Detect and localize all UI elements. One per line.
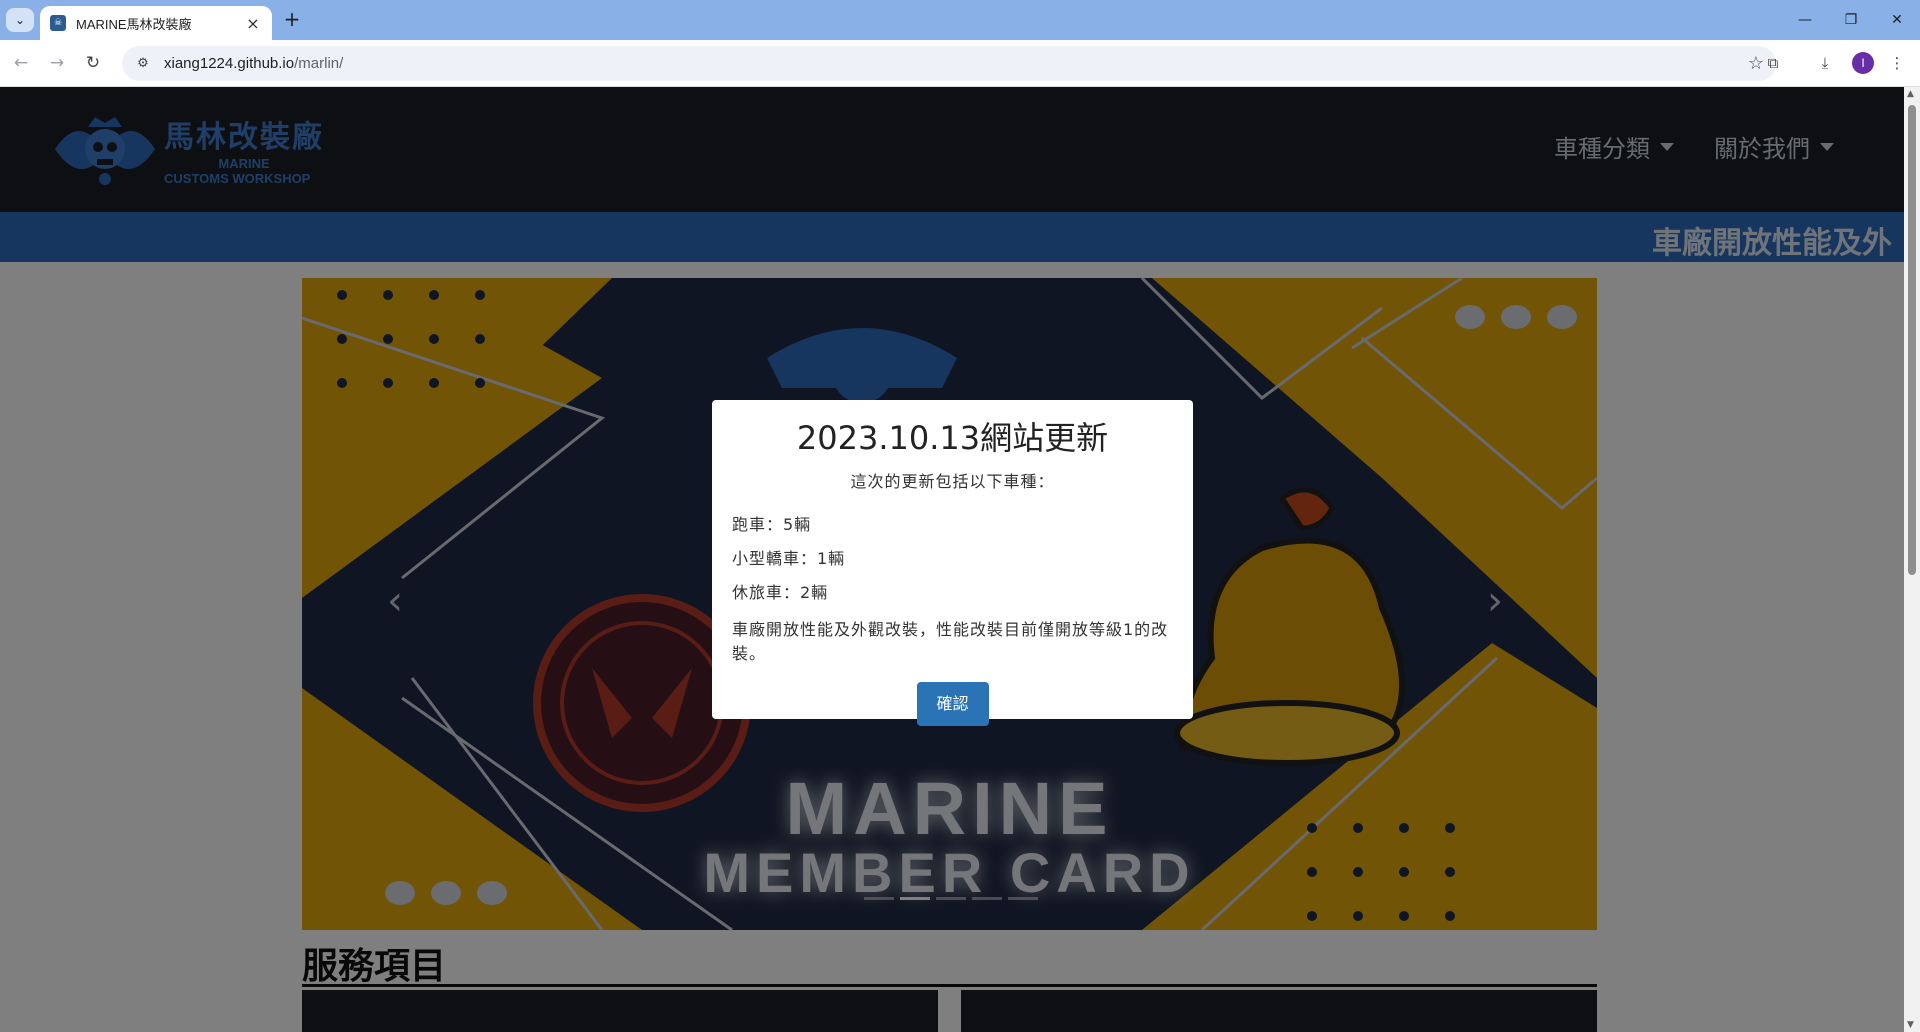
window-controls: — ❐ ✕ [1782,0,1920,40]
url-path: /marlin/ [294,55,344,72]
tab-search-button[interactable]: ⌄ [6,8,34,32]
back-arrow-icon[interactable]: ← [8,50,34,76]
list-item: 跑車：5輛 [732,515,812,534]
chevron-down-icon: ⌄ [14,13,26,27]
restore-icon[interactable]: ❐ [1828,0,1874,40]
modal-title: 2023.10.13網站更新 [796,419,1109,457]
favicon-icon: ☠ [50,15,66,31]
browser-tab-bar: ⌄ ☠ MARINE馬林改裝廠 × + — ❐ ✕ [0,0,1920,40]
menu-kebab-icon[interactable]: ⋮ [1886,52,1908,74]
reload-icon[interactable]: ↻ [80,50,106,76]
scroll-up-icon[interactable]: ▲ [1907,89,1914,99]
tab-title: MARINE馬林改裝廠 [76,16,192,32]
window-close-icon[interactable]: ✕ [1874,0,1920,40]
scroll-thumb[interactable] [1908,105,1916,575]
modal-subtitle: 這次的更新包括以下車種： [850,472,1055,491]
modal-vehicle-list: 跑車：5輛 小型轎車：1輛 休旅車：2輛 [712,508,1193,610]
site-info-icon[interactable]: ⚙ [134,55,152,73]
profile-avatar[interactable]: I [1852,52,1874,74]
url-host: xiang1224.github.io [164,55,295,72]
confirm-button[interactable]: 確認 [916,682,989,726]
extensions-icon[interactable]: ⧉ [1762,52,1784,74]
address-bar[interactable]: ⚙ xiang1224.github.io/marlin/ ☆ [122,46,1776,81]
browser-toolbar: ← → ↻ ⚙ xiang1224.github.io/marlin/ ☆ ⧉ … [0,40,1920,87]
update-modal: 2023.10.13網站更新 這次的更新包括以下車種： 跑車：5輛 小型轎車：1… [712,400,1193,726]
close-icon[interactable]: × [244,14,262,33]
browser-tab[interactable]: ☠ MARINE馬林改裝廠 × [40,6,272,40]
url-text[interactable]: xiang1224.github.io/marlin/ [164,55,1748,72]
page-viewport: 馬林改裝廠 MARINE CUSTOMS WORKSHOP 車種分類 關於我們 … [0,87,1904,1032]
minimize-icon[interactable]: — [1782,0,1828,40]
download-icon[interactable]: ⤓ [1814,52,1836,74]
modal-note: 車廠開放性能及外觀改裝，性能改裝目前僅開放等級1的改裝。 [732,620,1169,663]
forward-arrow-icon[interactable]: → [44,50,70,76]
scroll-down-icon[interactable]: ▼ [1907,1020,1914,1030]
list-item: 休旅車：2輛 [732,583,829,602]
list-item: 小型轎車：1輛 [732,549,846,568]
new-tab-button[interactable]: + [280,8,304,32]
page-scrollbar[interactable]: ▲ ▼ [1904,87,1920,1032]
